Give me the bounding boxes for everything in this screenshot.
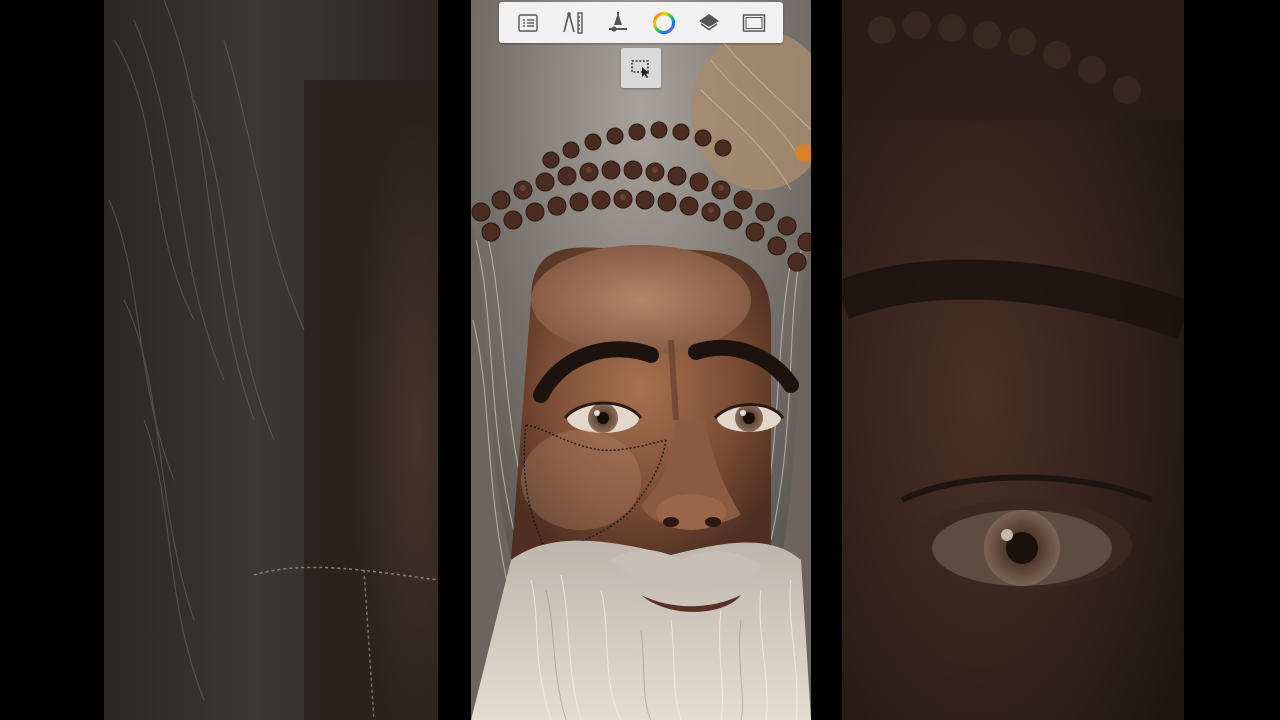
left-backdrop-art	[104, 0, 438, 720]
list-icon	[517, 13, 538, 32]
main-toolbar	[499, 2, 783, 43]
canvas-frame-button[interactable]	[739, 8, 769, 38]
layers-icon	[698, 13, 719, 30]
color-wheel-icon	[652, 11, 675, 34]
right-backdrop	[842, 0, 1184, 720]
canvas-frame-icon	[743, 13, 766, 32]
ruler-guides-button[interactable]	[558, 8, 588, 38]
brush-stack-icon	[609, 11, 628, 32]
drawing-canvas[interactable]	[471, 0, 811, 720]
portrait-artwork	[471, 0, 811, 720]
ruler-guides-icon	[563, 11, 583, 34]
color-button[interactable]	[649, 8, 679, 38]
layers-button[interactable]	[694, 8, 724, 38]
left-backdrop	[104, 0, 438, 720]
selection-marquee-icon	[631, 60, 650, 78]
right-backdrop-art	[842, 0, 1184, 720]
brush-button[interactable]	[603, 8, 633, 38]
app-stage	[0, 0, 1280, 720]
list-button[interactable]	[513, 8, 543, 38]
selection-tool-button[interactable]	[621, 48, 661, 88]
